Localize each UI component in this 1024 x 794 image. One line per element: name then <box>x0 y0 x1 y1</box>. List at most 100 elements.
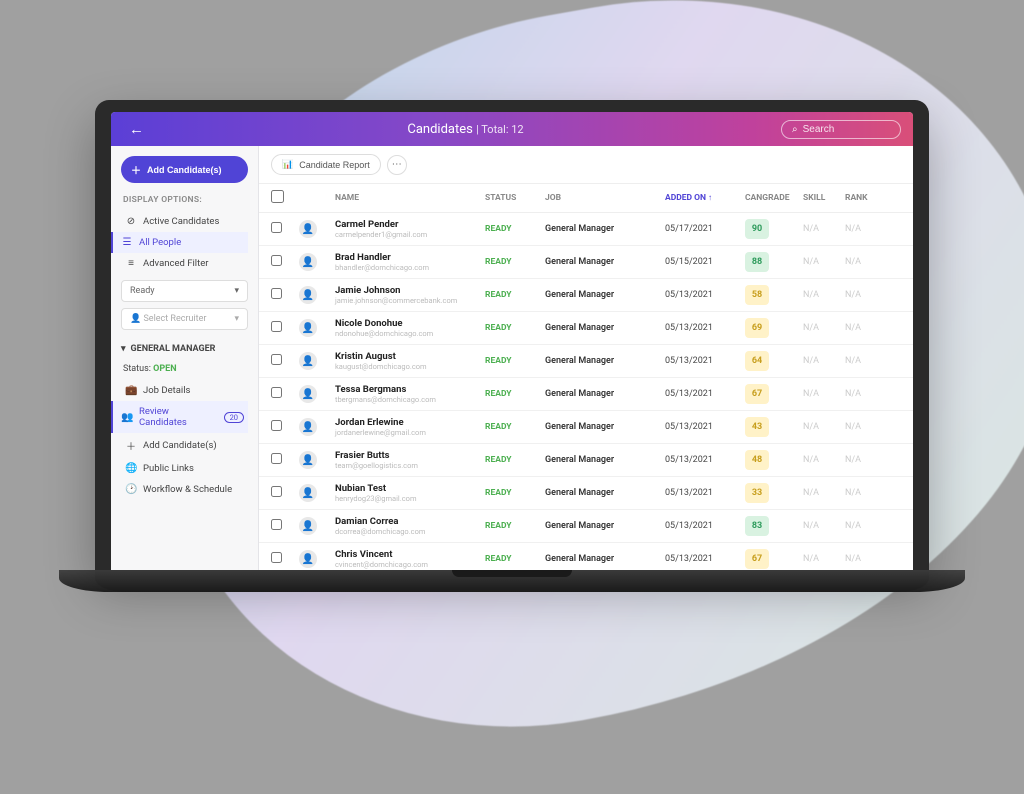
dropdown-value: Select Recruiter <box>143 314 206 324</box>
sidebar-item-active-candidates[interactable]: ⊘ Active Candidates <box>121 211 248 232</box>
rank-cell: N/A <box>845 323 887 333</box>
sidebar-item-all-people[interactable]: ☰ All People <box>111 232 248 253</box>
table-row[interactable]: 👤 Chris Vincent cvincent@domchicago.com … <box>259 543 913 570</box>
job-section-header[interactable]: ▾ GENERAL MANAGER <box>121 344 248 354</box>
sidebar-item-advanced-filter[interactable]: ≡ Advanced Filter <box>121 253 248 274</box>
sidebar-item-add-candidates[interactable]: ＋Add Candidate(s) <box>121 433 248 458</box>
count-badge: 20 <box>224 412 244 423</box>
add-candidates-button[interactable]: ＋ Add Candidate(s) <box>121 156 248 183</box>
row-checkbox[interactable] <box>271 354 282 365</box>
dropdown-value: Ready <box>130 286 155 296</box>
row-checkbox[interactable] <box>271 420 282 431</box>
col-cangrade[interactable]: CANGRADE <box>745 193 803 203</box>
more-button[interactable]: ⋯ <box>387 155 407 175</box>
rank-cell: N/A <box>845 389 887 399</box>
candidate-email: dcorrea@domchicago.com <box>335 527 485 536</box>
cangrade-score: 58 <box>745 285 769 305</box>
rank-cell: N/A <box>845 521 887 531</box>
table-row[interactable]: 👤 Damian Correa dcorrea@domchicago.com R… <box>259 510 913 543</box>
rank-cell: N/A <box>845 356 887 366</box>
name-cell: Nubian Test henrydog23@gmail.com <box>335 483 485 503</box>
job-cell: General Manager <box>545 455 665 465</box>
cangrade-score: 90 <box>745 219 769 239</box>
candidate-name: Kristin August <box>335 351 485 362</box>
candidate-email: henrydog23@gmail.com <box>335 494 485 503</box>
cangrade-score: 67 <box>745 384 769 404</box>
sidebar-item-workflow[interactable]: 🕑Workflow & Schedule <box>121 479 248 500</box>
row-checkbox[interactable] <box>271 519 282 530</box>
name-cell: Frasier Butts team@goellogistics.com <box>335 450 485 470</box>
sidebar-item-review-candidates[interactable]: 👥Review Candidates 20 <box>111 401 248 433</box>
table-row[interactable]: 👤 Carmel Pender carmelpender1@gmail.com … <box>259 213 913 246</box>
status-cell: READY <box>485 521 545 531</box>
cangrade-score: 33 <box>745 483 769 503</box>
row-checkbox[interactable] <box>271 552 282 563</box>
avatar: 👤 <box>299 286 317 304</box>
table-body: 👤 Carmel Pender carmelpender1@gmail.com … <box>259 213 913 570</box>
sidebar-item-label: Workflow & Schedule <box>143 484 232 495</box>
skill-cell: N/A <box>803 422 845 432</box>
filter-icon: ≡ <box>125 258 137 269</box>
total-count: | Total: 12 <box>476 123 524 136</box>
skill-cell: N/A <box>803 356 845 366</box>
table-row[interactable]: 👤 Jamie Johnson jamie.johnson@commerceba… <box>259 279 913 312</box>
row-checkbox[interactable] <box>271 453 282 464</box>
date-cell: 05/13/2021 <box>665 554 745 564</box>
col-rank[interactable]: RANK <box>845 193 887 203</box>
col-job[interactable]: JOB <box>545 193 665 203</box>
table-row[interactable]: 👤 Tessa Bergmans tbergmans@domchicago.co… <box>259 378 913 411</box>
row-checkbox[interactable] <box>271 288 282 299</box>
sidebar-item-public-links[interactable]: 🌐Public Links <box>121 458 248 479</box>
candidate-email: bhandler@domchicago.com <box>335 263 485 272</box>
table-row[interactable]: 👤 Jordan Erlewine jordanerlewine@gmail.c… <box>259 411 913 444</box>
sidebar-item-label: Review Candidates <box>139 406 218 428</box>
table-row[interactable]: 👤 Frasier Butts team@goellogistics.com R… <box>259 444 913 477</box>
avatar: 👤 <box>299 220 317 238</box>
col-skill[interactable]: SKILL <box>803 193 845 203</box>
candidate-name: Chris Vincent <box>335 549 485 560</box>
avatar: 👤 <box>299 352 317 370</box>
row-checkbox[interactable] <box>271 486 282 497</box>
job-cell: General Manager <box>545 488 665 498</box>
briefcase-icon: 💼 <box>125 385 137 396</box>
candidate-email: ndonohue@domchicago.com <box>335 329 485 338</box>
cangrade-score: 88 <box>745 252 769 272</box>
row-checkbox[interactable] <box>271 222 282 233</box>
date-cell: 05/17/2021 <box>665 224 745 234</box>
recruiter-dropdown[interactable]: 👤 Select Recruiter ▾ <box>121 308 248 330</box>
col-name[interactable]: NAME <box>335 193 485 203</box>
col-status[interactable]: STATUS <box>485 193 545 203</box>
table-row[interactable]: 👤 Nubian Test henrydog23@gmail.com READY… <box>259 477 913 510</box>
select-all-checkbox[interactable] <box>271 190 284 203</box>
table-row[interactable]: 👤 Brad Handler bhandler@domchicago.com R… <box>259 246 913 279</box>
row-checkbox[interactable] <box>271 387 282 398</box>
status-cell: READY <box>485 224 545 234</box>
row-checkbox[interactable] <box>271 255 282 266</box>
rank-cell: N/A <box>845 422 887 432</box>
job-cell: General Manager <box>545 323 665 333</box>
candidate-name: Brad Handler <box>335 252 485 263</box>
button-label: Candidate Report <box>299 160 370 170</box>
search-input-wrapper[interactable]: ⌕ <box>781 120 901 139</box>
ready-dropdown[interactable]: Ready ▾ <box>121 280 248 302</box>
candidate-report-button[interactable]: 📊 Candidate Report <box>271 154 381 175</box>
rank-cell: N/A <box>845 224 887 234</box>
status-cell: READY <box>485 455 545 465</box>
toolbar: 📊 Candidate Report ⋯ <box>259 146 913 184</box>
col-added-on[interactable]: ADDED ON <box>665 193 745 203</box>
row-checkbox[interactable] <box>271 321 282 332</box>
avatar: 👤 <box>299 418 317 436</box>
status-line: Status: OPEN <box>123 364 248 374</box>
search-input[interactable] <box>803 124 883 135</box>
candidate-email: team@goellogistics.com <box>335 461 485 470</box>
back-button[interactable]: ← <box>123 120 150 138</box>
skill-cell: N/A <box>803 257 845 267</box>
job-cell: General Manager <box>545 554 665 564</box>
candidate-email: tbergmans@domchicago.com <box>335 395 485 404</box>
table-row[interactable]: 👤 Kristin August kaugust@domchicago.com … <box>259 345 913 378</box>
add-candidates-label: Add Candidate(s) <box>147 165 222 175</box>
job-cell: General Manager <box>545 224 665 234</box>
table-row[interactable]: 👤 Nicole Donohue ndonohue@domchicago.com… <box>259 312 913 345</box>
sidebar-item-job-details[interactable]: 💼Job Details <box>121 380 248 401</box>
person-icon: 👤 <box>130 314 141 324</box>
